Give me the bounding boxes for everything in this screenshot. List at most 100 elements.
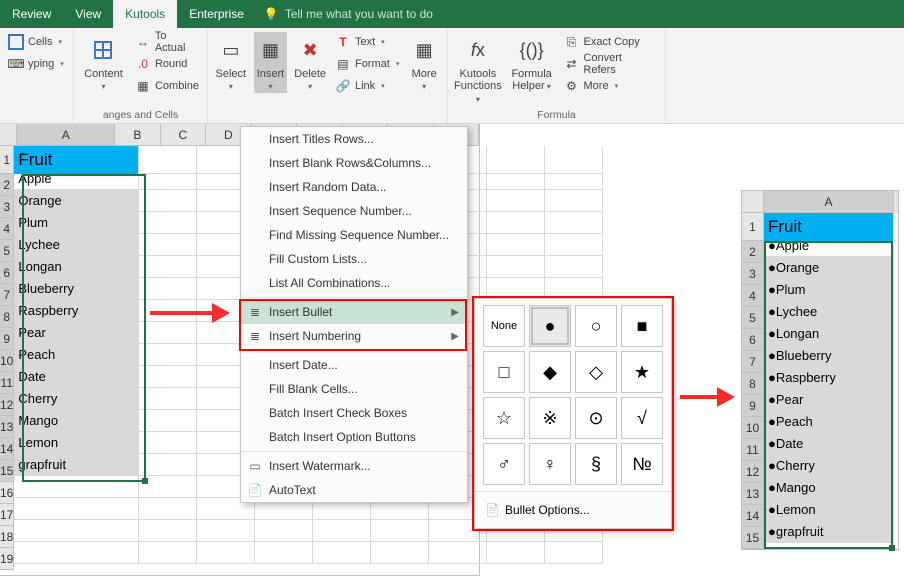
bullet-chip[interactable]: ☆ bbox=[483, 397, 525, 439]
col-header[interactable]: A bbox=[764, 191, 894, 213]
tab-enterprise[interactable]: Enterprise bbox=[177, 0, 256, 28]
cell[interactable] bbox=[487, 256, 545, 278]
cell[interactable] bbox=[487, 168, 545, 190]
row-header[interactable]: 17 bbox=[0, 504, 14, 526]
cell[interactable] bbox=[313, 542, 371, 564]
cell[interactable]: Date bbox=[14, 366, 139, 388]
convert-refers-button[interactable]: ⇄Convert Refers bbox=[562, 54, 659, 74]
col-header[interactable]: C bbox=[161, 124, 206, 146]
bullet-chip[interactable]: ♀ bbox=[529, 443, 571, 485]
row-header[interactable]: 12 bbox=[742, 461, 764, 483]
row-header[interactable]: 8 bbox=[0, 306, 14, 328]
cell[interactable] bbox=[139, 476, 197, 498]
cell[interactable] bbox=[14, 498, 139, 520]
cell[interactable]: ●Date bbox=[764, 433, 894, 455]
menu-insert-numbering[interactable]: ≣Insert Numbering▶ bbox=[241, 324, 467, 348]
cell[interactable] bbox=[139, 366, 197, 388]
cell[interactable]: Longan bbox=[14, 256, 139, 278]
row-header[interactable]: 9 bbox=[742, 395, 764, 417]
cell[interactable]: ●Lychee bbox=[764, 301, 894, 323]
cell[interactable]: Orange bbox=[14, 190, 139, 212]
bullet-chip[interactable]: ※ bbox=[529, 397, 571, 439]
bullet-chip[interactable]: № bbox=[621, 443, 663, 485]
formula-helper-button[interactable]: {()} Formula Helper ▾ bbox=[508, 32, 556, 93]
row-header[interactable]: 15 bbox=[742, 527, 764, 549]
cell[interactable]: Pear bbox=[14, 322, 139, 344]
more-button[interactable]: ▦ More▾ bbox=[407, 32, 441, 93]
bullet-chip[interactable]: ⊙ bbox=[575, 397, 617, 439]
cell[interactable] bbox=[139, 454, 197, 476]
cell[interactable] bbox=[139, 344, 197, 366]
to-actual-button[interactable]: ↔To Actual bbox=[133, 32, 201, 52]
row-header[interactable]: 13 bbox=[742, 483, 764, 505]
menu-insert-sequence-number[interactable]: Insert Sequence Number... bbox=[241, 199, 467, 223]
cell[interactable] bbox=[487, 234, 545, 256]
row-header[interactable]: 2 bbox=[742, 241, 764, 263]
cell[interactable] bbox=[545, 256, 603, 278]
row-header[interactable]: 10 bbox=[742, 417, 764, 439]
cell[interactable] bbox=[139, 234, 197, 256]
row-header[interactable]: 13 bbox=[0, 416, 14, 438]
menu-batch-option-buttons[interactable]: Batch Insert Option Buttons bbox=[241, 425, 467, 449]
bullet-chip[interactable]: ■ bbox=[621, 305, 663, 347]
cell[interactable] bbox=[139, 212, 197, 234]
menu-insert-blank-rows[interactable]: Insert Blank Rows&Columns... bbox=[241, 151, 467, 175]
exact-copy-button[interactable]: ⎘Exact Copy bbox=[562, 32, 659, 52]
row-header[interactable]: 6 bbox=[742, 329, 764, 351]
cell[interactable]: Blueberry bbox=[14, 278, 139, 300]
cell[interactable]: ●grapfruit bbox=[764, 521, 894, 543]
row-header[interactable]: 19 bbox=[0, 548, 14, 570]
cell[interactable] bbox=[139, 322, 197, 344]
link-button[interactable]: 🔗Link▾ bbox=[333, 76, 401, 96]
cell[interactable] bbox=[487, 278, 545, 300]
cell[interactable] bbox=[139, 410, 197, 432]
cell[interactable]: Cherry bbox=[14, 388, 139, 410]
cell[interactable] bbox=[139, 542, 197, 564]
bullet-chip[interactable]: ○ bbox=[575, 305, 617, 347]
cell[interactable] bbox=[255, 542, 313, 564]
menu-autotext[interactable]: 📄AutoText bbox=[241, 478, 467, 502]
typing-button[interactable]: ⌨yping▾ bbox=[6, 54, 66, 74]
row-header[interactable]: 9 bbox=[0, 328, 14, 350]
cell[interactable] bbox=[487, 542, 545, 564]
bullet-chip[interactable]: ◇ bbox=[575, 351, 617, 393]
cell[interactable]: ●Plum bbox=[764, 279, 894, 301]
bullet-options-item[interactable]: 📄Bullet Options... bbox=[481, 498, 665, 522]
cell[interactable]: Raspberry bbox=[14, 300, 139, 322]
cell[interactable] bbox=[255, 520, 313, 542]
row-header[interactable]: 5 bbox=[0, 240, 14, 262]
row-header[interactable]: 3 bbox=[0, 196, 14, 218]
cell[interactable] bbox=[545, 168, 603, 190]
bullet-chip[interactable]: ● bbox=[529, 305, 571, 347]
cell[interactable] bbox=[487, 212, 545, 234]
menu-fill-blank-cells[interactable]: Fill Blank Cells... bbox=[241, 377, 467, 401]
cell[interactable] bbox=[139, 520, 197, 542]
cells-button[interactable]: Cells▾ bbox=[6, 32, 66, 52]
cell[interactable]: ●Longan bbox=[764, 323, 894, 345]
cell[interactable]: ●Raspberry bbox=[764, 367, 894, 389]
menu-insert-watermark[interactable]: ▭Insert Watermark... bbox=[241, 454, 467, 478]
kutools-functions-button[interactable]: fx Kutools Functions ▾ bbox=[454, 32, 502, 106]
row-header[interactable]: 10 bbox=[0, 350, 14, 372]
cell[interactable]: Lychee bbox=[14, 234, 139, 256]
bullet-chip[interactable]: □ bbox=[483, 351, 525, 393]
round-button[interactable]: .0Round bbox=[133, 54, 201, 74]
tab-review[interactable]: Review bbox=[0, 0, 63, 28]
cell[interactable] bbox=[371, 520, 429, 542]
cell[interactable] bbox=[139, 278, 197, 300]
cell[interactable] bbox=[197, 520, 255, 542]
bullet-chip[interactable]: ★ bbox=[621, 351, 663, 393]
bullet-chip[interactable]: √ bbox=[621, 397, 663, 439]
cell[interactable]: ●Apple bbox=[764, 235, 894, 257]
col-header[interactable]: B bbox=[115, 124, 160, 146]
row-header[interactable]: 7 bbox=[0, 284, 14, 306]
menu-fill-custom-lists[interactable]: Fill Custom Lists... bbox=[241, 247, 467, 271]
cell[interactable]: Peach bbox=[14, 344, 139, 366]
cell[interactable] bbox=[14, 476, 139, 498]
cell[interactable] bbox=[545, 234, 603, 256]
cell[interactable] bbox=[139, 388, 197, 410]
bullet-chip[interactable]: § bbox=[575, 443, 617, 485]
select-button[interactable]: ▭ Select▾ bbox=[214, 32, 248, 93]
cell[interactable]: Mango bbox=[14, 410, 139, 432]
cell[interactable] bbox=[545, 190, 603, 212]
